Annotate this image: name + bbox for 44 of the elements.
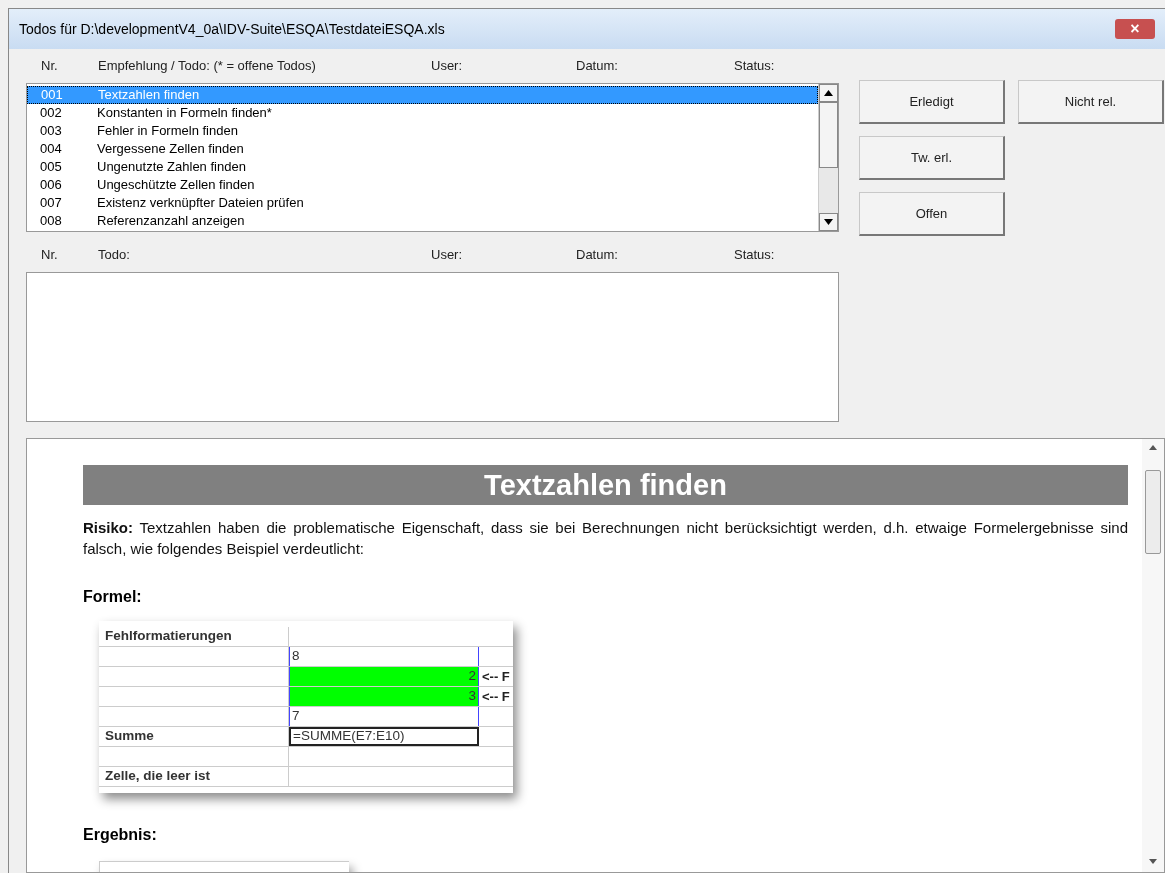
list-row[interactable]: 007 Existenz verknüpfter Dateien prüfen (27, 194, 818, 212)
sheet-note: <-- F (482, 668, 510, 684)
sheet-cell-text: 7 (292, 707, 300, 726)
column-header: Datum: (576, 247, 618, 263)
column-header: Nr. (41, 247, 58, 263)
column-header: Nr. (41, 58, 58, 74)
scroll-down-icon[interactable] (819, 213, 838, 231)
action-button[interactable]: Tw. erl. (859, 136, 1005, 180)
list-row[interactable]: 006 Ungeschützte Zellen finden (27, 176, 818, 194)
list-row[interactable]: 005 Ungenutzte Zahlen finden (27, 158, 818, 176)
scrollbar[interactable] (818, 84, 838, 231)
list-row[interactable]: 003 Fehler in Formeln finden (27, 122, 818, 140)
list-row[interactable]: 008 Referenzanzahl anzeigen (27, 212, 818, 230)
help-paragraph: Risiko: Textzahlen haben die problematische Eigenschaft, dass sie bei Berechnungen nicht berücksichtigt werden, d.h. etwaige Formelergebnisse sind falsch, wie folgendes Beispiel verdeutlicht: (83, 518, 1128, 559)
action-button[interactable]: Nicht rel. (1018, 80, 1164, 124)
scrollbar-thumb[interactable] (819, 102, 838, 168)
action-button[interactable]: Offen (859, 192, 1005, 236)
close-button[interactable]: × (1115, 19, 1155, 39)
list-row[interactable]: 002 Konstanten in Formeln finden* (27, 104, 818, 122)
scroll-up-icon[interactable] (1149, 445, 1157, 450)
sheet-note: <-- F (482, 688, 510, 704)
sheet-cell-text: 2 (468, 667, 476, 686)
column-header: Empfehlung / Todo: (* = offene Todos) (98, 58, 316, 74)
action-button[interactable]: Erledigt (859, 80, 1005, 124)
column-header: Datum: (576, 58, 618, 74)
sheet-cell-text: Summe (105, 727, 154, 746)
result-label: Ergebnis: (83, 825, 158, 845)
sheet-cell-text: 8 (292, 647, 300, 666)
scroll-down-icon[interactable] (1149, 859, 1157, 864)
formula-text: =SUMME(E7:E10) (293, 727, 405, 746)
window-title: Todos für D:\developmentV4_0a\IDV-Suite\ESQA\TestdateiESQA.xls (19, 19, 445, 39)
column-header: Todo: (98, 247, 130, 263)
list-row[interactable]: 004 Vergessene Zellen finden (27, 140, 818, 158)
formula-label: Formel: (83, 587, 143, 607)
column-header: User: (431, 247, 463, 263)
help-heading: Textzahlen finden (83, 465, 1128, 505)
sheet-cell-text: Fehlformatierungen (105, 627, 232, 646)
column-header: Status: (734, 58, 775, 74)
scroll-up-icon[interactable] (819, 84, 838, 102)
scrollbar-thumb[interactable] (1145, 470, 1161, 554)
column-header: Status: (734, 247, 775, 263)
sheet-cell-text: Zelle, die leer ist (105, 767, 211, 786)
column-header: User: (431, 58, 463, 74)
sheet-cell-text: 3 (468, 687, 476, 706)
